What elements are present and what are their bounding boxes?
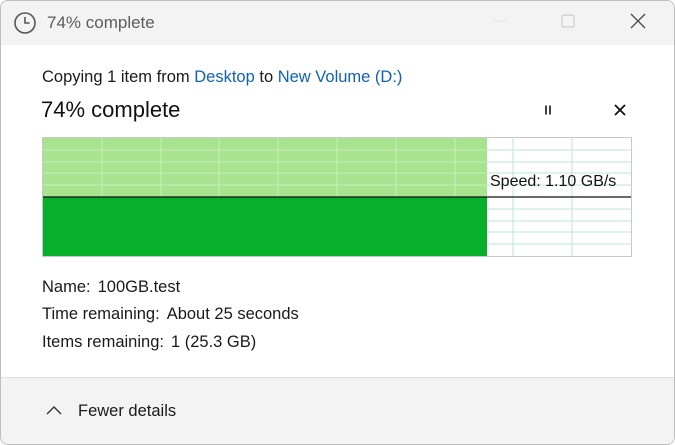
detail-items-value: 1 (25.3 GB): [170, 333, 257, 351]
close-window-button[interactable]: [615, 1, 661, 45]
detail-name-label: Name:: [42, 278, 91, 296]
detail-time-remaining: Time remaining: About 25 seconds: [42, 305, 299, 324]
minimize-icon: [493, 14, 507, 33]
detail-time-value: About 25 seconds: [166, 305, 299, 323]
progress-fill-speed: [43, 197, 487, 256]
detail-time-label: Time remaining:: [42, 305, 160, 323]
copy-description: Copying 1 item from Desktop to New Volum…: [42, 68, 402, 87]
cancel-button[interactable]: [608, 100, 632, 124]
progress-heading: 74% complete: [41, 97, 181, 122]
footer-bar: Fewer details: [1, 377, 674, 444]
maximize-button[interactable]: [545, 1, 591, 45]
close-icon: [629, 12, 647, 35]
speed-graph-canvas: [43, 138, 631, 256]
destination-link[interactable]: New Volume (D:): [278, 68, 403, 86]
clock-icon: [13, 11, 37, 35]
copy-prefix: Copying 1 item from: [42, 68, 190, 86]
fewer-details-label: Fewer details: [78, 402, 177, 420]
detail-name: Name: 100GB.test: [42, 278, 180, 297]
title-bar[interactable]: 74% complete: [1, 1, 674, 45]
chevron-up-icon: [45, 402, 63, 421]
copy-connector: to: [259, 68, 274, 86]
transfer-speed-graph: [42, 137, 632, 257]
fewer-details-toggle[interactable]: Fewer details: [45, 402, 176, 421]
pause-button[interactable]: [536, 100, 560, 124]
progress-fill-upper: [43, 138, 487, 197]
cancel-icon: [613, 103, 627, 122]
pause-icon: [541, 103, 555, 122]
detail-name-value: 100GB.test: [97, 278, 181, 296]
source-link[interactable]: Desktop: [194, 68, 255, 86]
window-title: 74% complete: [47, 13, 155, 32]
speed-label: Speed: 1.10 GB/s: [490, 173, 617, 190]
detail-items-remaining: Items remaining: 1 (25.3 GB): [42, 333, 256, 352]
copy-progress-window: 74% complete Copying 1 item from Desktop…: [0, 0, 675, 445]
maximize-icon: [560, 13, 576, 34]
minimize-button[interactable]: [477, 1, 523, 45]
detail-items-label: Items remaining:: [42, 333, 164, 351]
